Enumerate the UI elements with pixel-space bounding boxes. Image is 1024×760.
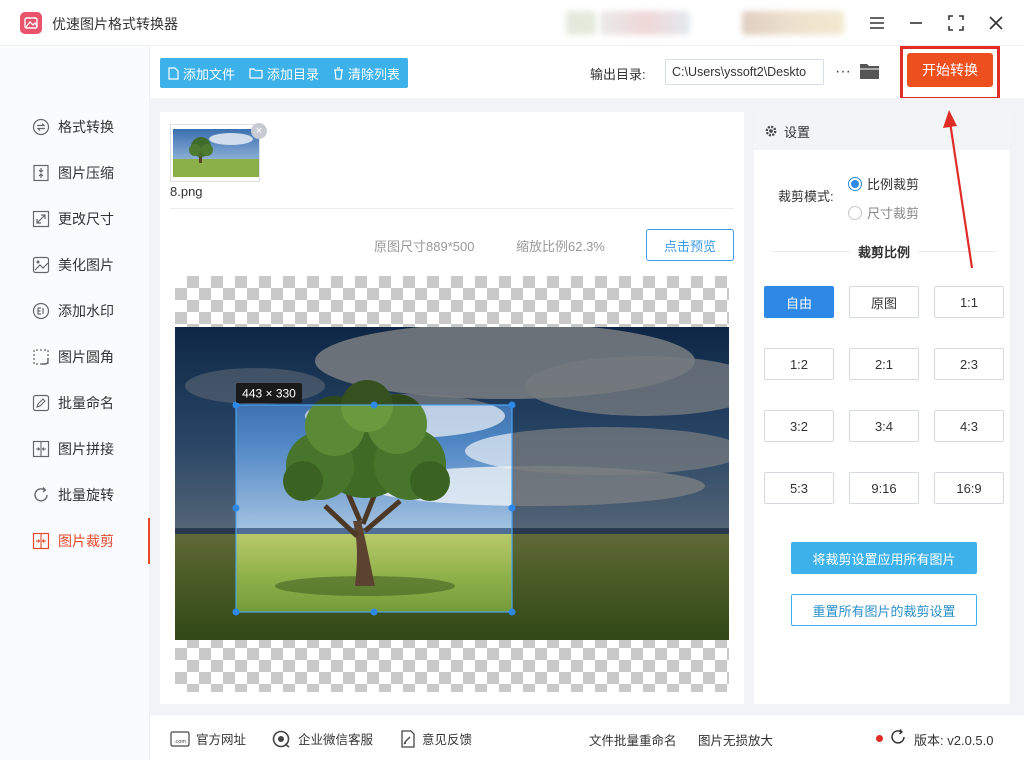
watermark-icon: [32, 302, 50, 320]
fullscreen-icon[interactable]: [943, 10, 969, 36]
add-folder-button[interactable]: 添加目录: [249, 64, 319, 83]
minimize-icon[interactable]: [903, 10, 929, 36]
website-icon: .com: [170, 730, 190, 747]
sidebar-item-label: 批量命名: [58, 395, 114, 411]
wechat-service-link[interactable]: 企业微信客服: [272, 729, 373, 748]
clear-list-button[interactable]: 清除列表: [333, 64, 400, 83]
ratio-1-2-button[interactable]: 1:2: [764, 348, 834, 380]
sidebar-item-crop[interactable]: 图片裁剪: [0, 518, 150, 564]
gear-icon: [765, 125, 777, 137]
sidebar-item-stitch[interactable]: 图片拼接: [0, 426, 150, 472]
ratio-9-16-button[interactable]: 9:16: [849, 472, 919, 504]
sidebar-item-label: 批量旋转: [58, 487, 114, 503]
scale-ratio-text: 缩放比例62.3%: [516, 239, 605, 254]
resize-icon: [32, 210, 50, 228]
trash-icon: [334, 66, 344, 80]
sidebar-item-format-convert[interactable]: 格式转换: [0, 104, 150, 150]
sidebar-item-label: 添加水印: [58, 303, 114, 319]
ratio-1-1-button[interactable]: 1:1: [934, 286, 1004, 318]
add-file-button[interactable]: 添加文件: [168, 64, 235, 83]
close-icon[interactable]: [983, 10, 1009, 36]
file-actions-group: 添加文件 添加目录 清除列表: [160, 58, 409, 88]
output-dir-label: 输出目录:: [590, 67, 646, 82]
user-account-area[interactable]: [566, 11, 846, 35]
toolbar: 添加文件 添加目录 清除列表 输出目录: C:\Users\yssoft2\De…: [150, 46, 1024, 100]
rename-icon: [32, 394, 50, 412]
sidebar-item-label: 更改尺寸: [58, 211, 114, 227]
crop-canvas[interactable]: 443 × 330: [175, 276, 729, 692]
sidebar-item-rotate[interactable]: 批量旋转: [0, 472, 150, 518]
ratio-3-4-button[interactable]: 3:4: [849, 410, 919, 442]
rounded-corner-icon: [32, 348, 50, 366]
remove-file-icon[interactable]: ×: [251, 123, 267, 139]
ratio-4-3-button[interactable]: 4:3: [934, 410, 1004, 442]
title-bar: 优速图片格式转换器: [0, 0, 1024, 46]
settings-panel: 设置 裁剪模式: 比例裁剪 尺寸裁剪 裁剪比例 自由 原图 1:1 1:2 2:…: [754, 112, 1010, 704]
file-thumbnail[interactable]: [170, 124, 260, 182]
folder-icon: [249, 68, 263, 79]
ratio-5-3-button[interactable]: 5:3: [764, 472, 834, 504]
radio-ratio-crop[interactable]: 比例裁剪: [848, 174, 919, 193]
format-convert-icon: [32, 118, 50, 136]
version-text: 版本: v2.0.5.0: [914, 733, 994, 748]
divider: [170, 208, 734, 209]
compress-icon: [32, 164, 50, 182]
preview-panel: × 8.png 原图尺寸889*500 缩放比例62.3% 点击预览 443 ×…: [160, 112, 744, 704]
sidebar-item-compress[interactable]: 图片压缩: [0, 150, 150, 196]
feedback-icon: [401, 729, 415, 748]
footer: .com 官方网址 企业微信客服 意见反馈 文件批量重命名 图片无损放大 版本:…: [150, 714, 1024, 760]
batch-rename-link[interactable]: 文件批量重命名: [589, 730, 677, 749]
output-dir-field[interactable]: C:\Users\yssoft2\Deskto: [665, 59, 824, 85]
crop-ratio-title: 裁剪比例: [764, 242, 1004, 261]
ratio-2-1-button[interactable]: 2:1: [849, 348, 919, 380]
open-folder-icon[interactable]: [858, 60, 882, 84]
official-website-link[interactable]: .com 官方网址: [170, 729, 246, 748]
sidebar-item-label: 图片裁剪: [58, 533, 114, 549]
sidebar-item-label: 图片圆角: [58, 349, 114, 365]
radio-size-crop[interactable]: 尺寸裁剪: [848, 203, 919, 222]
reset-crop-all-button[interactable]: 重置所有图片的裁剪设置: [791, 594, 977, 626]
wechat-icon: [272, 730, 290, 748]
feedback-link[interactable]: 意见反馈: [400, 729, 472, 748]
file-icon: [168, 66, 179, 80]
apply-crop-all-button[interactable]: 将裁剪设置应用所有图片: [791, 542, 977, 574]
ratio-2-3-button[interactable]: 2:3: [934, 348, 1004, 380]
sidebar-item-label: 图片压缩: [58, 165, 114, 181]
stitch-icon: [32, 440, 50, 458]
app-title: 优速图片格式转换器: [52, 16, 178, 32]
menu-icon[interactable]: [864, 10, 890, 36]
more-options-button[interactable]: ···: [832, 59, 854, 85]
sidebar-item-beautify[interactable]: 美化图片: [0, 242, 150, 288]
start-convert-button[interactable]: 开始转换: [907, 53, 993, 87]
ratio-original-button[interactable]: 原图: [849, 286, 919, 318]
rotate-icon: [32, 486, 50, 504]
ratio-3-2-button[interactable]: 3:2: [764, 410, 834, 442]
file-name: 8.png: [170, 184, 203, 199]
crop-size-label: 443 × 330: [242, 387, 296, 401]
sidebar-item-rename[interactable]: 批量命名: [0, 380, 150, 426]
settings-header: 设置: [754, 112, 1010, 150]
preview-button[interactable]: 点击预览: [646, 229, 734, 261]
original-size-text: 原图尺寸889*500: [374, 239, 475, 254]
refresh-icon[interactable]: [888, 727, 908, 747]
crop-mode-label: 裁剪模式:: [778, 189, 834, 204]
sidebar-item-label: 格式转换: [58, 119, 114, 135]
app-logo-icon: [20, 12, 42, 34]
sidebar-item-rounded-corner[interactable]: 图片圆角: [0, 334, 150, 380]
ratio-free-button[interactable]: 自由: [764, 286, 834, 318]
beautify-icon: [32, 256, 50, 274]
sidebar: 格式转换 图片压缩 更改尺寸 美化图片 添加水印 图片圆角 批量命名 图片拼接 …: [0, 46, 150, 760]
svg-text:.com: .com: [174, 739, 186, 745]
ratio-16-9-button[interactable]: 16:9: [934, 472, 1004, 504]
lossless-enlarge-link[interactable]: 图片无损放大: [698, 730, 773, 749]
update-dot: [876, 735, 883, 742]
sidebar-item-label: 美化图片: [58, 257, 114, 273]
sidebar-item-label: 图片拼接: [58, 441, 114, 457]
crop-icon: [32, 532, 50, 550]
sidebar-item-resize[interactable]: 更改尺寸: [0, 196, 150, 242]
sidebar-item-watermark[interactable]: 添加水印: [0, 288, 150, 334]
